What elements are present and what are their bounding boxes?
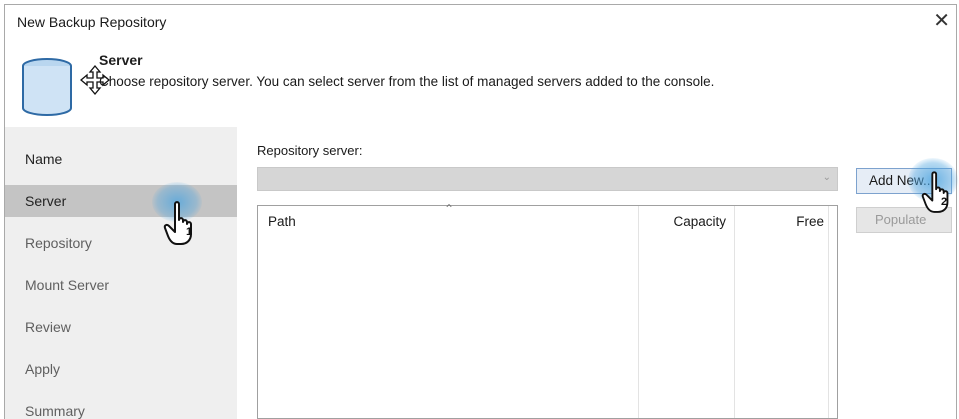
step-number-2: 2 (941, 196, 948, 208)
close-icon[interactable]: ✕ (933, 9, 950, 33)
wizard-header: Server Choose repository server. You can… (5, 41, 956, 127)
step-description: Choose repository server. You can select… (99, 74, 715, 89)
column-header-path[interactable]: Path (268, 206, 296, 238)
chevron-down-icon: ⌄ (822, 172, 831, 183)
column-divider (734, 206, 735, 418)
sidebar-item-server[interactable]: Server (5, 185, 237, 217)
column-header-free[interactable]: Free (732, 206, 824, 238)
sidebar-item-mount-server[interactable]: Mount Server (5, 269, 237, 301)
sort-ascending-icon: ⌃ (444, 202, 455, 216)
repository-server-dropdown[interactable]: ⌄ (257, 167, 838, 191)
sidebar-item-repository[interactable]: Repository (5, 227, 237, 259)
hand-cursor-icon (921, 171, 949, 213)
sidebar-item-review[interactable]: Review (5, 311, 237, 343)
column-divider (828, 206, 829, 418)
main-panel: Repository server: ⌄ Add New... Populate… (237, 127, 956, 419)
column-divider (638, 206, 639, 418)
step-number-1: 1 (186, 226, 193, 238)
sidebar-item-apply[interactable]: Apply (5, 353, 237, 385)
dialog-window: New Backup Repository ✕ Server Choose re… (4, 4, 957, 419)
window-title: New Backup Repository (17, 14, 167, 30)
sidebar-item-name[interactable]: Name (5, 143, 237, 175)
server-path-table[interactable]: ⌃ Path Capacity Free (257, 202, 838, 419)
sidebar-item-summary[interactable]: Summary (5, 395, 237, 419)
step-title: Server (99, 52, 143, 68)
hand-cursor-icon (163, 201, 192, 245)
wizard-steps-sidebar: Name Server Repository Mount Server Revi… (5, 127, 237, 419)
repository-server-label: Repository server: (257, 143, 363, 158)
database-icon (22, 58, 72, 116)
title-bar: New Backup Repository ✕ (5, 5, 956, 41)
column-header-capacity[interactable]: Capacity (636, 206, 726, 238)
